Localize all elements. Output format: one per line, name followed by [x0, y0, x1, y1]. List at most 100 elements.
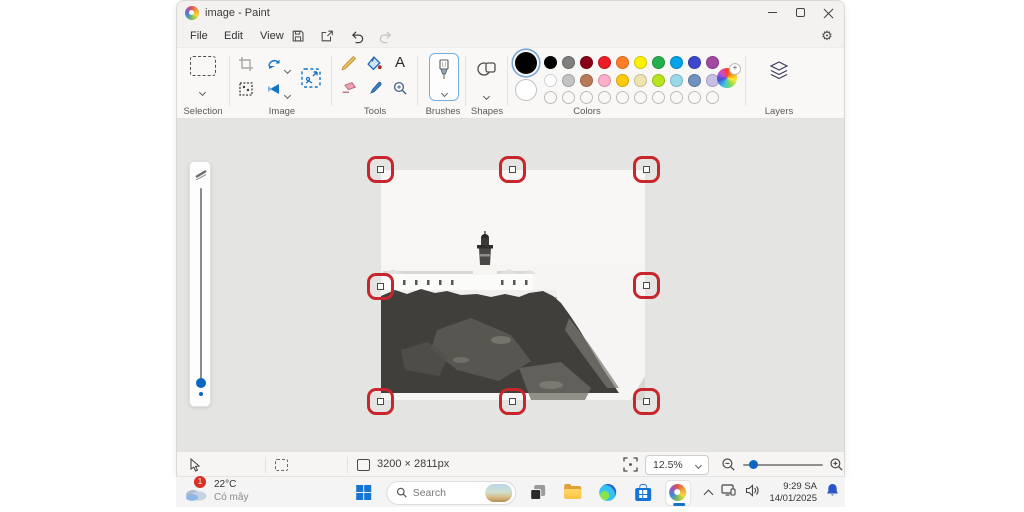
flip-button[interactable]	[266, 81, 282, 102]
task-view-button[interactable]	[525, 480, 551, 506]
palette-empty-slot[interactable]	[652, 91, 665, 104]
color1-swatch[interactable]	[515, 52, 537, 74]
settings-button[interactable]: ⚙	[816, 26, 838, 46]
rotate-button[interactable]	[266, 56, 282, 77]
size-slider-track[interactable]	[200, 188, 202, 380]
canvas-photo[interactable]	[380, 169, 646, 401]
fill-button[interactable]	[366, 55, 383, 77]
shapes-dropdown[interactable]	[482, 86, 491, 104]
color1-circle	[515, 52, 537, 74]
text-tool-button[interactable]: A	[391, 54, 409, 71]
menu-bar: File Edit View ⚙	[177, 25, 844, 47]
palette-color-swatch[interactable]	[670, 56, 683, 69]
palette-empty-slot[interactable]	[670, 91, 683, 104]
palette-color-swatch[interactable]	[562, 56, 575, 69]
palette-empty-slot[interactable]	[616, 91, 629, 104]
undo-button[interactable]	[346, 26, 368, 46]
tray-volume-button[interactable]	[745, 483, 760, 502]
store-button[interactable]	[630, 480, 656, 506]
color2-swatch[interactable]	[515, 79, 537, 101]
palette-color-swatch[interactable]	[580, 73, 593, 87]
palette-color-swatch[interactable]	[634, 73, 647, 87]
notification-center-button[interactable]	[826, 483, 839, 502]
tray-device-button[interactable]	[721, 483, 737, 502]
palette-color-swatch[interactable]	[598, 56, 611, 69]
bell-icon	[827, 484, 838, 496]
size-slider-thumb[interactable]	[196, 378, 206, 388]
palette-color-swatch[interactable]	[616, 73, 629, 87]
palette-color-swatch[interactable]	[544, 56, 557, 69]
zoom-out-button[interactable]	[721, 457, 736, 475]
fit-to-screen-button[interactable]	[623, 457, 638, 475]
palette-empty-slot[interactable]	[688, 91, 701, 104]
shapes-button[interactable]	[476, 58, 498, 85]
palette-color-swatch[interactable]	[670, 73, 683, 87]
palette-empty-slot[interactable]	[634, 91, 647, 104]
selection-dropdown[interactable]	[198, 82, 207, 100]
start-button[interactable]	[351, 480, 377, 506]
palette-color-swatch[interactable]	[706, 56, 719, 69]
taskbar: 1 22°C Có mây Search 9:29 SA 14/01/2025	[176, 476, 845, 507]
taskbar-clock[interactable]: 9:29 SA 14/01/2025	[769, 481, 817, 505]
magnifier-button[interactable]	[392, 80, 408, 101]
resize-image-icon	[301, 68, 321, 88]
redo-button[interactable]	[374, 26, 396, 46]
selection-tool-button[interactable]	[190, 56, 216, 76]
palette-color-swatch[interactable]	[598, 73, 611, 87]
resize-button[interactable]	[299, 66, 323, 95]
chevron-down-icon	[440, 89, 448, 98]
eraser-button[interactable]	[340, 80, 357, 102]
paint-taskbar-button[interactable]	[664, 479, 691, 506]
palette-empty-slot[interactable]	[544, 91, 557, 104]
palette-color-swatch[interactable]	[652, 56, 665, 69]
palette-empty-slot[interactable]	[580, 91, 593, 104]
palette-color-swatch[interactable]	[688, 73, 701, 87]
chevron-up-icon	[704, 489, 714, 499]
palette-color-swatch[interactable]	[544, 73, 557, 87]
save-button[interactable]	[287, 26, 309, 46]
taskbar-search[interactable]	[385, 480, 516, 505]
canvas-workspace[interactable]	[177, 119, 844, 451]
edit-colors-button[interactable]	[717, 63, 741, 88]
flip-dropdown[interactable]	[283, 85, 292, 103]
pencil-button[interactable]	[340, 55, 357, 77]
menu-edit[interactable]: Edit	[217, 27, 250, 45]
crop-button[interactable]	[238, 56, 254, 77]
palette-empty-slot[interactable]	[598, 91, 611, 104]
search-highlight-image[interactable]	[484, 483, 512, 502]
palette-empty-slot[interactable]	[562, 91, 575, 104]
brushes-button[interactable]	[429, 53, 459, 101]
palette-color-swatch[interactable]	[688, 56, 701, 69]
tray-overflow-button[interactable]	[704, 488, 714, 499]
store-icon	[634, 483, 651, 501]
palette-color-swatch[interactable]	[616, 56, 629, 69]
zoom-slider-thumb[interactable]	[749, 460, 758, 469]
zoom-level-dropdown[interactable]: 12.5%	[645, 455, 709, 475]
weather-widget[interactable]: 1 22°C Có mây	[184, 476, 248, 504]
zoom-in-button[interactable]	[829, 457, 844, 475]
palette-color-swatch[interactable]	[634, 56, 647, 69]
maximize-button[interactable]	[786, 1, 814, 24]
close-button[interactable]	[814, 1, 842, 24]
selection-size-icon	[275, 459, 288, 471]
palette-color-swatch[interactable]	[562, 73, 575, 87]
magic-select-button[interactable]	[238, 81, 254, 102]
file-explorer-button[interactable]	[560, 480, 586, 506]
palette-row-2	[544, 73, 719, 87]
layers-button[interactable]	[768, 60, 790, 87]
menu-file[interactable]: File	[183, 27, 215, 45]
eyedropper-button[interactable]	[367, 80, 383, 101]
palette-empty-slot[interactable]	[706, 91, 719, 104]
rotate-dropdown[interactable]	[283, 60, 292, 78]
edge-button[interactable]	[595, 480, 621, 506]
redo-icon	[379, 30, 391, 43]
minimize-button[interactable]	[758, 1, 786, 24]
palette-color-swatch[interactable]	[580, 56, 593, 69]
palette-color-swatch[interactable]	[652, 73, 665, 87]
menu-view[interactable]: View	[253, 27, 291, 45]
annotation-ring-top-right	[632, 155, 660, 183]
color2-circle	[515, 79, 537, 101]
share-button[interactable]	[316, 26, 338, 46]
search-input[interactable]	[412, 486, 479, 499]
fit-to-screen-icon	[623, 457, 638, 472]
